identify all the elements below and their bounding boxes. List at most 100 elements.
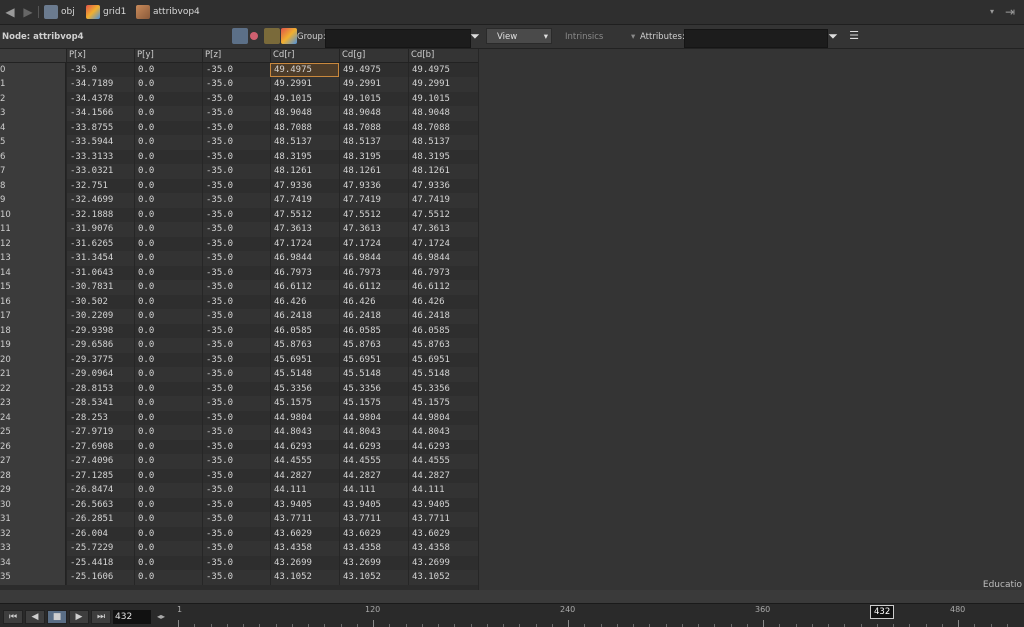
table-cell[interactable]: 45.6951	[339, 352, 408, 367]
table-row[interactable]: 26 -27.6908 0.0 -35.0 44.6293 44.6293 44.6293	[0, 439, 478, 454]
table-cell[interactable]: 47.3613	[339, 222, 408, 237]
table-cell[interactable]: 0.0	[134, 396, 202, 411]
table-cell[interactable]: 43.7711	[408, 512, 478, 527]
table-cell[interactable]: -35.0	[202, 222, 270, 237]
table-cell[interactable]: 0.0	[134, 77, 202, 92]
table-cell[interactable]: 0.0	[134, 280, 202, 295]
table-cell[interactable]: 0.0	[134, 193, 202, 208]
points-mode-icon[interactable]	[232, 28, 248, 44]
intrinsics-dropdown[interactable]: Intrinsics	[565, 30, 603, 44]
table-cell[interactable]: 0.0	[134, 425, 202, 440]
table-cell[interactable]: 43.2699	[408, 555, 478, 570]
table-cell[interactable]: 0.0	[134, 178, 202, 193]
table-cell[interactable]: 47.7419	[408, 193, 478, 208]
table-cell[interactable]: -33.3133	[66, 149, 134, 164]
table-cell[interactable]: 46.426	[339, 294, 408, 309]
table-cell[interactable]: 0.0	[134, 309, 202, 324]
table-cell[interactable]: -35.0	[202, 265, 270, 280]
table-cell[interactable]: 0.0	[134, 106, 202, 121]
timeline-ruler[interactable]: 1 120 240 360 480 432	[175, 604, 1024, 627]
table-cell[interactable]: 46.7973	[339, 265, 408, 280]
table-cell[interactable]: 49.4975	[339, 62, 408, 77]
table-cell[interactable]: -35.0	[202, 526, 270, 541]
table-cell[interactable]: 43.6029	[408, 526, 478, 541]
table-cell[interactable]: 47.9336	[339, 178, 408, 193]
stop-button[interactable]: ■	[47, 610, 67, 624]
table-cell[interactable]: 47.1724	[408, 236, 478, 251]
table-row[interactable]: 35 -25.1606 0.0 -35.0 43.1052 43.1052 43.1052	[0, 570, 478, 585]
table-cell[interactable]: 48.9048	[408, 106, 478, 121]
table-row[interactable]: 12 -31.6265 0.0 -35.0 47.1724 47.1724 47.1724	[0, 236, 478, 251]
table-cell[interactable]: 0.0	[134, 439, 202, 454]
table-cell[interactable]: 46.0585	[408, 323, 478, 338]
table-cell[interactable]: 48.3195	[270, 149, 339, 164]
table-cell[interactable]: -25.7229	[66, 541, 134, 556]
table-cell[interactable]: 48.1261	[408, 164, 478, 179]
table-cell[interactable]: 47.9336	[408, 178, 478, 193]
table-cell[interactable]: 0.0	[134, 323, 202, 338]
breadcrumb-grid1[interactable]: grid1	[86, 4, 126, 20]
table-cell[interactable]: 44.2827	[339, 468, 408, 483]
table-cell[interactable]: -32.4699	[66, 193, 134, 208]
table-cell[interactable]: 0.0	[134, 236, 202, 251]
table-row[interactable]: 19 -29.6586 0.0 -35.0 45.8763 45.8763 45.8763	[0, 338, 478, 353]
table-cell[interactable]: 48.1261	[339, 164, 408, 179]
table-row[interactable]: 0 -35.0 0.0 -35.0 49.4975 49.4975 49.4975	[0, 62, 478, 77]
table-cell[interactable]: -35.0	[202, 62, 270, 77]
table-cell[interactable]: 0.0	[134, 149, 202, 164]
table-cell[interactable]: 44.2827	[408, 468, 478, 483]
table-cell[interactable]: -32.1888	[66, 207, 134, 222]
table-cell[interactable]: -35.0	[202, 541, 270, 556]
table-cell[interactable]: 46.2418	[270, 309, 339, 324]
table-cell[interactable]: -35.0	[202, 149, 270, 164]
table-cell[interactable]: 47.3613	[270, 222, 339, 237]
table-cell[interactable]: 49.4975	[270, 62, 339, 77]
table-cell[interactable]: 0.0	[134, 454, 202, 469]
table-cell[interactable]: -27.6908	[66, 439, 134, 454]
table-cell[interactable]: -35.0	[202, 425, 270, 440]
table-row[interactable]: 29 -26.8474 0.0 -35.0 44.111 44.111 44.111	[0, 483, 478, 498]
table-cell[interactable]: -35.0	[202, 439, 270, 454]
table-cell[interactable]: 45.1575	[408, 396, 478, 411]
attributes-field[interactable]	[684, 29, 828, 48]
table-row[interactable]: 31 -26.2851 0.0 -35.0 43.7711 43.7711 43.7711	[0, 512, 478, 527]
table-cell[interactable]: 49.1015	[408, 91, 478, 106]
table-cell[interactable]: 48.5137	[339, 135, 408, 150]
table-cell[interactable]: -29.3775	[66, 352, 134, 367]
table-cell[interactable]: 44.4555	[408, 454, 478, 469]
table-cell[interactable]: -35.0	[202, 106, 270, 121]
play-button[interactable]: ▶	[69, 610, 89, 624]
table-cell[interactable]: 0.0	[134, 265, 202, 280]
table-cell[interactable]: 43.7711	[339, 512, 408, 527]
table-row[interactable]: 13 -31.3454 0.0 -35.0 46.9844 46.9844 46.9844	[0, 251, 478, 266]
table-cell[interactable]: 43.6029	[270, 526, 339, 541]
breadcrumb-obj[interactable]: obj	[44, 4, 75, 20]
table-cell[interactable]: -35.0	[202, 120, 270, 135]
table-cell[interactable]: 43.1052	[270, 570, 339, 585]
table-row[interactable]: 24 -28.253 0.0 -35.0 44.9804 44.9804 44.9804	[0, 410, 478, 425]
table-cell[interactable]: -35.0	[202, 352, 270, 367]
geometry-icon[interactable]	[281, 28, 297, 44]
table-cell[interactable]: 0.0	[134, 526, 202, 541]
table-cell[interactable]: 48.9048	[339, 106, 408, 121]
pin-icon[interactable]: ⇥	[1002, 4, 1018, 20]
table-cell[interactable]: -34.7189	[66, 77, 134, 92]
table-cell[interactable]: -31.3454	[66, 251, 134, 266]
table-row[interactable]: 22 -28.8153 0.0 -35.0 45.3356 45.3356 45.3356	[0, 381, 478, 396]
table-cell[interactable]: -33.8755	[66, 120, 134, 135]
column-header[interactable]: P[x]	[66, 49, 134, 62]
table-cell[interactable]: -35.0	[202, 91, 270, 106]
table-cell[interactable]: -28.5341	[66, 396, 134, 411]
table-cell[interactable]: -35.0	[202, 338, 270, 353]
table-cell[interactable]: -35.0	[202, 468, 270, 483]
table-cell[interactable]: 43.6029	[339, 526, 408, 541]
table-cell[interactable]: 49.1015	[339, 91, 408, 106]
table-cell[interactable]: -28.8153	[66, 381, 134, 396]
column-header[interactable]: P[z]	[202, 49, 270, 62]
table-row[interactable]: 30 -26.5663 0.0 -35.0 43.9405 43.9405 43.9405	[0, 497, 478, 512]
frame-field[interactable]: 432	[113, 610, 151, 624]
table-cell[interactable]: 47.1724	[339, 236, 408, 251]
table-cell[interactable]: -26.8474	[66, 483, 134, 498]
table-cell[interactable]: 43.9405	[270, 497, 339, 512]
table-cell[interactable]: 45.5148	[270, 367, 339, 382]
